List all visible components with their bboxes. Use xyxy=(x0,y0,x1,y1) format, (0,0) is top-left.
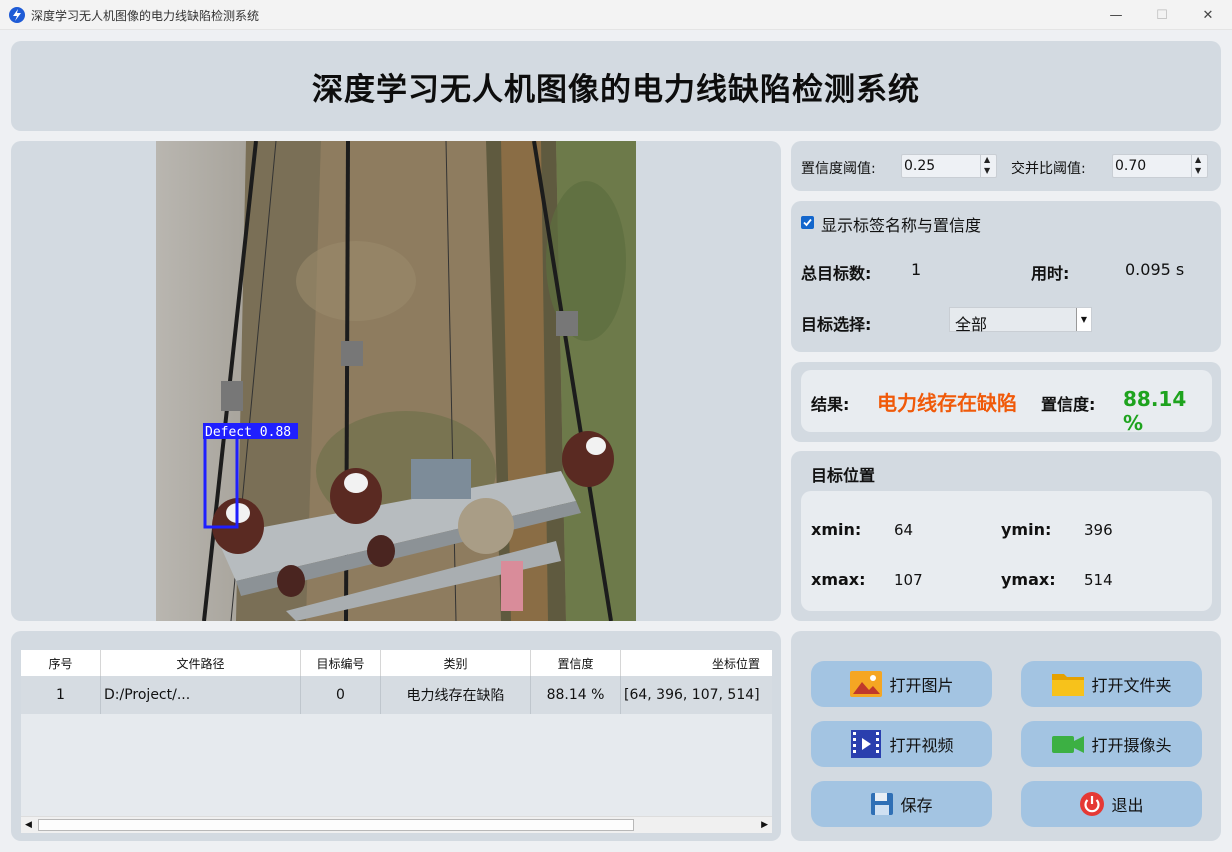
detection-label: Defect 0.88 xyxy=(205,425,291,440)
show-labels-label[interactable]: 显示标签名称与置信度 xyxy=(821,212,981,236)
table-cell: 88.14 % xyxy=(531,676,621,714)
target-select-label: 目标选择: xyxy=(801,315,872,334)
results-table-panel: 序号 文件路径 目标编号 类别 置信度 坐标位置 1 D:/Project/..… xyxy=(11,631,781,841)
ymax-value: 514 xyxy=(1084,571,1113,589)
lightning-icon xyxy=(9,7,25,23)
window-titlebar: 深度学习无人机图像的电力线缺陷检测系统 — ☐ ✕ xyxy=(0,0,1232,30)
table-cell: 1 xyxy=(21,676,101,714)
total-targets-value: 1 xyxy=(911,260,922,279)
exit-button[interactable]: 退出 xyxy=(1021,781,1202,827)
open-video-button[interactable]: 打开视频 xyxy=(811,721,992,767)
table-header: 序号 文件路径 目标编号 类别 置信度 坐标位置 xyxy=(21,650,772,676)
drone-image: Defect 0.88 xyxy=(156,141,636,621)
column-header[interactable]: 目标编号 xyxy=(301,650,381,676)
spin-down-icon[interactable]: ▼ xyxy=(984,167,990,175)
buttons-panel: 打开图片 打开文件夹 打开视频 打开摄像头 保存 退出 xyxy=(791,631,1221,841)
page-title: 深度学习无人机图像的电力线缺陷检测系统 xyxy=(312,71,920,108)
power-icon xyxy=(1079,789,1105,819)
conf-threshold-spinbox[interactable]: 0.25 ▲ ▼ xyxy=(901,154,997,178)
open-image-button[interactable]: 打开图片 xyxy=(811,661,992,707)
column-header[interactable]: 坐标位置 xyxy=(621,650,772,676)
open-image-label: 打开图片 xyxy=(889,676,954,695)
folder-icon xyxy=(1051,669,1085,699)
scroll-right-icon[interactable]: ▶ xyxy=(761,820,768,830)
show-labels-checkbox[interactable] xyxy=(801,216,814,229)
time-label: 用时: xyxy=(1031,264,1070,283)
target-position-panel: 目标位置 xmin: 64 ymin: 396 xmax: 107 ymax: … xyxy=(791,451,1221,621)
target-select-value: 全部 xyxy=(955,315,988,334)
window-title: 深度学习无人机图像的电力线缺陷检测系统 xyxy=(31,9,260,23)
table-cell: [64, 396, 107, 514] xyxy=(624,687,760,703)
table-row[interactable]: 1 D:/Project/... 0 电力线存在缺陷 88.14 % [64, … xyxy=(21,676,772,714)
maximize-button[interactable]: ☐ xyxy=(1139,0,1185,30)
open-camera-label: 打开摄像头 xyxy=(1091,736,1172,755)
horizontal-scrollbar[interactable]: ◀ ▶ xyxy=(21,816,772,833)
threshold-panel: 置信度阈值: 0.25 ▲ ▼ 交并比阈值: 0.70 ▲ ▼ xyxy=(791,141,1221,191)
iou-threshold-spinbox[interactable]: 0.70 ▲ ▼ xyxy=(1112,154,1208,178)
target-position-title: 目标位置 xyxy=(811,466,876,485)
table-cell: 0 xyxy=(301,676,381,714)
spin-up-icon[interactable]: ▲ xyxy=(1195,156,1201,164)
xmin-label: xmin: xyxy=(811,520,862,539)
target-select[interactable]: 全部 ▼ xyxy=(949,307,1092,334)
xmax-label: xmax: xyxy=(811,570,866,589)
open-folder-label: 打开文件夹 xyxy=(1091,676,1172,695)
result-confidence-value: 88.14 % xyxy=(1123,387,1187,435)
result-value: 电力线存在缺陷 xyxy=(877,391,1017,415)
table-cell: D:/Project/... xyxy=(101,676,301,714)
ymin-label: ymin: xyxy=(1001,520,1052,539)
image-panel: Defect 0.88 xyxy=(11,141,781,621)
maximize-icon: ☐ xyxy=(1156,7,1168,23)
minimize-button[interactable]: — xyxy=(1093,0,1139,30)
iou-threshold-label: 交并比阈值: xyxy=(1011,161,1086,177)
ymin-value: 396 xyxy=(1084,521,1113,539)
total-targets-label: 总目标数: xyxy=(801,264,872,283)
scrollbar-thumb[interactable] xyxy=(38,819,634,831)
open-folder-button[interactable]: 打开文件夹 xyxy=(1021,661,1202,707)
xmin-value: 64 xyxy=(894,521,914,539)
exit-label: 退出 xyxy=(1111,796,1144,815)
spin-up-icon[interactable]: ▲ xyxy=(984,156,990,164)
xmax-value: 107 xyxy=(894,571,923,589)
save-button[interactable]: 保存 xyxy=(811,781,992,827)
ymax-label: ymax: xyxy=(1001,570,1056,589)
result-panel: 结果: 电力线存在缺陷 置信度: 88.14 % xyxy=(791,362,1221,442)
iou-threshold-value: 0.70 xyxy=(1115,158,1147,174)
close-icon: ✕ xyxy=(1202,7,1214,23)
conf-threshold-value: 0.25 xyxy=(904,158,936,174)
options-panel: 显示标签名称与置信度 总目标数: 1 用时: 0.095 s 目标选择: 全部 … xyxy=(791,201,1221,352)
camera-icon xyxy=(1051,729,1085,759)
column-header[interactable]: 序号 xyxy=(21,650,101,676)
floppy-icon xyxy=(870,789,894,819)
scroll-left-icon[interactable]: ◀ xyxy=(25,820,32,830)
conf-threshold-label: 置信度阈值: xyxy=(801,161,876,177)
column-header[interactable]: 置信度 xyxy=(531,650,621,676)
column-header[interactable]: 文件路径 xyxy=(101,650,301,676)
picture-icon xyxy=(849,669,883,699)
column-header[interactable]: 类别 xyxy=(381,650,531,676)
result-label: 结果: xyxy=(811,395,850,414)
open-video-label: 打开视频 xyxy=(889,736,954,755)
chevron-down-icon[interactable]: ▼ xyxy=(1076,308,1091,331)
results-table[interactable]: 序号 文件路径 目标编号 类别 置信度 坐标位置 1 D:/Project/..… xyxy=(21,650,772,833)
save-label: 保存 xyxy=(900,796,933,815)
header-panel: 深度学习无人机图像的电力线缺陷检测系统 xyxy=(11,41,1221,131)
minimize-icon: — xyxy=(1109,7,1123,23)
open-camera-button[interactable]: 打开摄像头 xyxy=(1021,721,1202,767)
spin-down-icon[interactable]: ▼ xyxy=(1195,167,1201,175)
table-cell: 电力线存在缺陷 xyxy=(381,676,531,714)
result-confidence-label: 置信度: xyxy=(1041,395,1096,414)
close-button[interactable]: ✕ xyxy=(1185,0,1231,30)
time-value: 0.095 s xyxy=(1125,260,1185,279)
film-icon xyxy=(849,729,883,759)
